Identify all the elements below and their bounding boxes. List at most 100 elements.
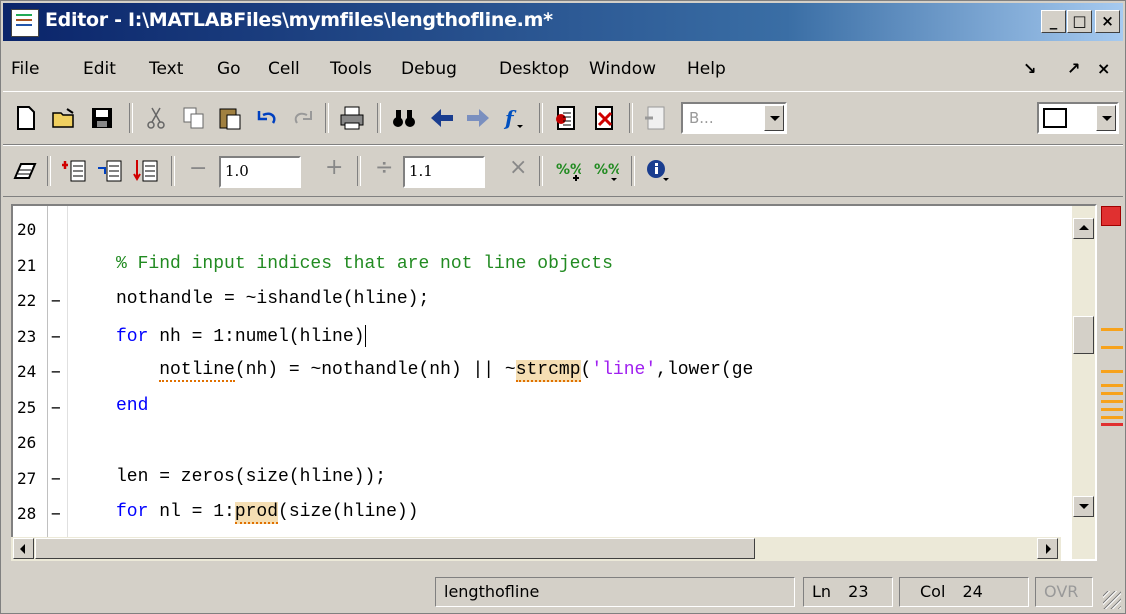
horizontal-scroll-thumb[interactable] <box>35 538 755 559</box>
svg-text:%%: %% <box>594 162 619 178</box>
menu-text[interactable]: Text <box>149 59 183 79</box>
forward-arrow-icon[interactable] <box>465 105 491 131</box>
breakpoint-dash[interactable]: − <box>51 291 61 310</box>
line-label: Ln <box>812 582 832 601</box>
decrement-value-field[interactable]: 1.0 <box>219 156 301 188</box>
scroll-down-button[interactable] <box>1073 496 1094 517</box>
warning-marker[interactable] <box>1101 400 1123 403</box>
back-arrow-icon[interactable] <box>429 105 455 131</box>
code-line[interactable]: for nl = 1:prod(size(hline)) <box>116 502 418 524</box>
main-toolbar: f B... » <box>3 91 1123 145</box>
title-bar[interactable]: Editor - I:\MATLABFiles\mymfiles\lengtho… <box>3 3 1123 41</box>
maximize-button[interactable]: □ <box>1067 10 1092 33</box>
function-icon[interactable]: f <box>501 105 527 131</box>
step-icon[interactable] <box>643 105 669 131</box>
warning-marker[interactable] <box>1101 328 1123 331</box>
cell-mode-icon[interactable] <box>11 158 37 184</box>
menu-tools[interactable]: Tools <box>330 59 372 79</box>
menu-help[interactable]: Help <box>687 59 726 79</box>
info-icon[interactable] <box>645 158 671 184</box>
menu-go[interactable]: Go <box>217 59 241 79</box>
status-filename: lengthofline <box>435 577 795 607</box>
status-line: Ln 23 <box>803 577 893 607</box>
minimize-button[interactable]: _ <box>1041 10 1066 33</box>
scroll-right-button[interactable] <box>1037 538 1058 559</box>
error-marker[interactable] <box>1101 423 1123 426</box>
code-line[interactable]: % Find input indices that are not line o… <box>116 254 613 274</box>
open-folder-icon[interactable] <box>51 105 77 131</box>
code-token: for <box>116 502 149 522</box>
error-status-indicator[interactable] <box>1101 206 1121 226</box>
eval-entire-file-icon[interactable] <box>133 158 159 184</box>
increment-button[interactable]: + <box>325 155 343 180</box>
eval-cell-icon[interactable] <box>61 158 87 184</box>
decrement-button[interactable]: − <box>189 156 207 181</box>
menu-bar: File Edit Text Go Cell Tools Debug Deskt… <box>3 53 1123 85</box>
dock-arrow-icon[interactable]: ↘ <box>1023 59 1036 78</box>
menu-debug[interactable]: Debug <box>401 59 457 79</box>
warning-marker[interactable] <box>1101 392 1123 395</box>
breakpoint-dash[interactable]: − <box>51 327 61 346</box>
undock-arrow-icon[interactable]: ↗ <box>1067 59 1080 78</box>
toolbar-separator <box>631 156 635 186</box>
code-editor[interactable]: 20 21 % Find input indices that are not li… <box>11 204 1097 561</box>
breakpoint-dash[interactable]: − <box>51 362 61 381</box>
insert-cell-divider-icon[interactable]: %% <box>555 158 581 184</box>
menu-desktop[interactable]: Desktop <box>499 59 569 79</box>
toolbar-separator <box>629 103 633 133</box>
vertical-scrollbar[interactable] <box>1072 206 1095 559</box>
toolbar-separator <box>129 103 133 133</box>
editor-window: Editor - I:\MATLABFiles\mymfiles\lengtho… <box>0 0 1126 614</box>
stack-combo[interactable]: B... <box>681 102 787 134</box>
svg-text:%%: %% <box>556 162 581 178</box>
chevron-down-icon[interactable] <box>764 105 784 131</box>
undo-icon[interactable] <box>255 105 281 131</box>
warning-marker[interactable] <box>1101 370 1123 373</box>
code-line[interactable]: nothandle = ~ishandle(hline); <box>116 289 429 309</box>
breakpoint-dash[interactable]: − <box>51 469 61 488</box>
divisor-value-field[interactable]: 1.1 <box>403 156 485 188</box>
menu-cell[interactable]: Cell <box>268 59 300 79</box>
scroll-left-button[interactable] <box>13 538 34 559</box>
menu-edit[interactable]: Edit <box>83 59 116 79</box>
horizontal-scrollbar[interactable] <box>11 537 1061 561</box>
find-binoculars-icon[interactable] <box>391 105 417 131</box>
breakpoint-dash[interactable]: − <box>51 398 61 417</box>
warning-marker[interactable] <box>1101 384 1123 387</box>
dock-layout-combo[interactable] <box>1037 102 1119 134</box>
save-icon[interactable] <box>89 105 115 131</box>
code-line[interactable]: end <box>116 396 148 416</box>
code-line[interactable]: for nh = 1:numel(hline) <box>116 324 367 347</box>
code-token: for <box>116 326 149 347</box>
menu-file[interactable]: File <box>11 59 39 79</box>
stack-combo-value: B... <box>689 109 714 127</box>
eval-cell-advance-icon[interactable] <box>97 158 123 184</box>
code-token: len = zeros(size(hline)); <box>116 466 387 487</box>
close-button[interactable]: × <box>1095 10 1120 33</box>
set-breakpoint-icon[interactable] <box>553 105 579 131</box>
redo-icon[interactable] <box>289 105 315 131</box>
code-line[interactable]: len = zeros(size(hline)); <box>116 467 386 487</box>
divide-button[interactable]: ÷ <box>375 155 393 180</box>
menu-window[interactable]: Window <box>589 59 656 79</box>
print-icon[interactable] <box>339 105 365 131</box>
warning-marker[interactable] <box>1101 346 1123 349</box>
vertical-scroll-thumb[interactable] <box>1073 316 1094 354</box>
paste-icon[interactable] <box>217 105 243 131</box>
close-doc-icon[interactable]: × <box>1097 59 1110 78</box>
multiply-button[interactable]: × <box>509 155 527 180</box>
line-number: 24 <box>17 362 37 381</box>
cut-icon[interactable] <box>143 105 169 131</box>
new-file-icon[interactable] <box>13 105 39 131</box>
warning-marker[interactable] <box>1101 416 1123 419</box>
warning-marker[interactable] <box>1101 408 1123 411</box>
chevron-down-icon[interactable] <box>1096 105 1116 131</box>
breakpoint-dash[interactable]: − <box>51 504 61 523</box>
scroll-up-button[interactable] <box>1073 218 1094 239</box>
resize-grip[interactable] <box>1103 591 1121 609</box>
copy-icon[interactable] <box>181 105 207 131</box>
code-line[interactable]: notline(nh) = ~nothandle(nh) || ~strcmp(… <box>116 360 753 382</box>
insert-cell-menu-icon[interactable]: %% <box>593 158 619 184</box>
cell-toolbar: − 1.0 + ÷ 1.1 × %% %% <box>3 145 1123 197</box>
clear-breakpoints-icon[interactable] <box>591 105 617 131</box>
